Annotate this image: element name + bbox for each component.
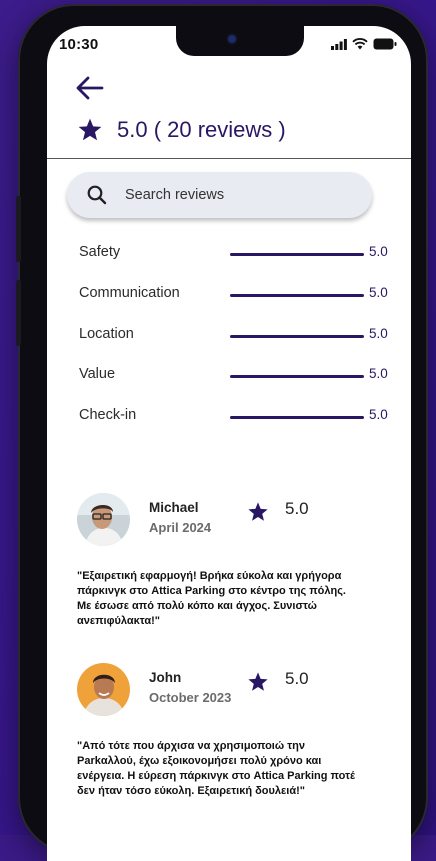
metric-value: 5.0 xyxy=(369,326,388,341)
notch xyxy=(176,26,304,56)
star-icon xyxy=(78,118,102,141)
metric-communication: Communication 5.0 xyxy=(79,285,399,305)
metric-check-in: Check-in 5.0 xyxy=(79,407,399,427)
review-card: John October 2023 5.0 "Από τότε που άρχι… xyxy=(77,663,397,813)
battery-icon xyxy=(373,38,397,50)
status-icons xyxy=(331,38,397,50)
metric-bar xyxy=(230,416,364,419)
review-text: "Εξαιρετική εφαρμογή! Βρήκα εύκολα και γ… xyxy=(77,570,346,627)
review-score: 5.0 xyxy=(285,669,309,688)
metric-bar xyxy=(230,335,364,338)
signal-icon xyxy=(331,38,347,50)
camera xyxy=(228,35,236,43)
metric-value: 5.0 xyxy=(369,407,388,422)
search-icon xyxy=(87,185,107,205)
metric-label: Location xyxy=(79,326,134,342)
avatar xyxy=(77,493,130,546)
search-input[interactable] xyxy=(123,186,327,204)
star-icon xyxy=(248,502,268,521)
review-card: Michael April 2024 5.0 "Εξαιρετική εφαρμ… xyxy=(77,493,397,633)
phone-side-button xyxy=(16,280,21,346)
star-icon xyxy=(248,672,268,691)
search-bar[interactable] xyxy=(67,172,372,218)
metric-bar xyxy=(230,375,364,378)
wifi-icon xyxy=(352,38,368,50)
metric-bar xyxy=(230,294,364,297)
reviewer-name: Michael xyxy=(149,500,199,515)
metric-value: 5.0 xyxy=(369,366,388,381)
metric-safety: Safety 5.0 xyxy=(79,244,399,264)
metric-label: Check-in xyxy=(79,407,137,423)
metric-value: 5.0 xyxy=(369,244,388,259)
rating-summary: 5.0 ( 20 reviews ) xyxy=(117,117,286,142)
reviewer-name: John xyxy=(149,670,182,685)
overall-rating: 5.0 ( 20 reviews ) xyxy=(77,117,286,143)
metric-label: Value xyxy=(79,366,116,382)
review-text: "Από τότε που άρχισα να χρησιμοποιώ την … xyxy=(77,740,355,797)
review-score: 5.0 xyxy=(285,499,309,518)
metric-label: Safety xyxy=(79,244,121,260)
app-screen: 10:30 5.0 ( 20 reviews ) Saf xyxy=(47,26,411,861)
metric-bar xyxy=(230,253,364,256)
metric-location: Location 5.0 xyxy=(79,326,399,346)
review-date: April 2024 xyxy=(149,520,212,535)
avatar xyxy=(77,663,130,716)
divider xyxy=(47,158,411,159)
phone-side-button xyxy=(16,196,21,262)
review-date: October 2023 xyxy=(149,690,232,705)
metric-label: Communication xyxy=(79,285,180,301)
metric-value: 5.0 xyxy=(369,285,388,300)
back-arrow-icon[interactable] xyxy=(75,74,105,102)
metric-value: Value 5.0 xyxy=(79,366,399,386)
status-time: 10:30 xyxy=(59,36,99,53)
